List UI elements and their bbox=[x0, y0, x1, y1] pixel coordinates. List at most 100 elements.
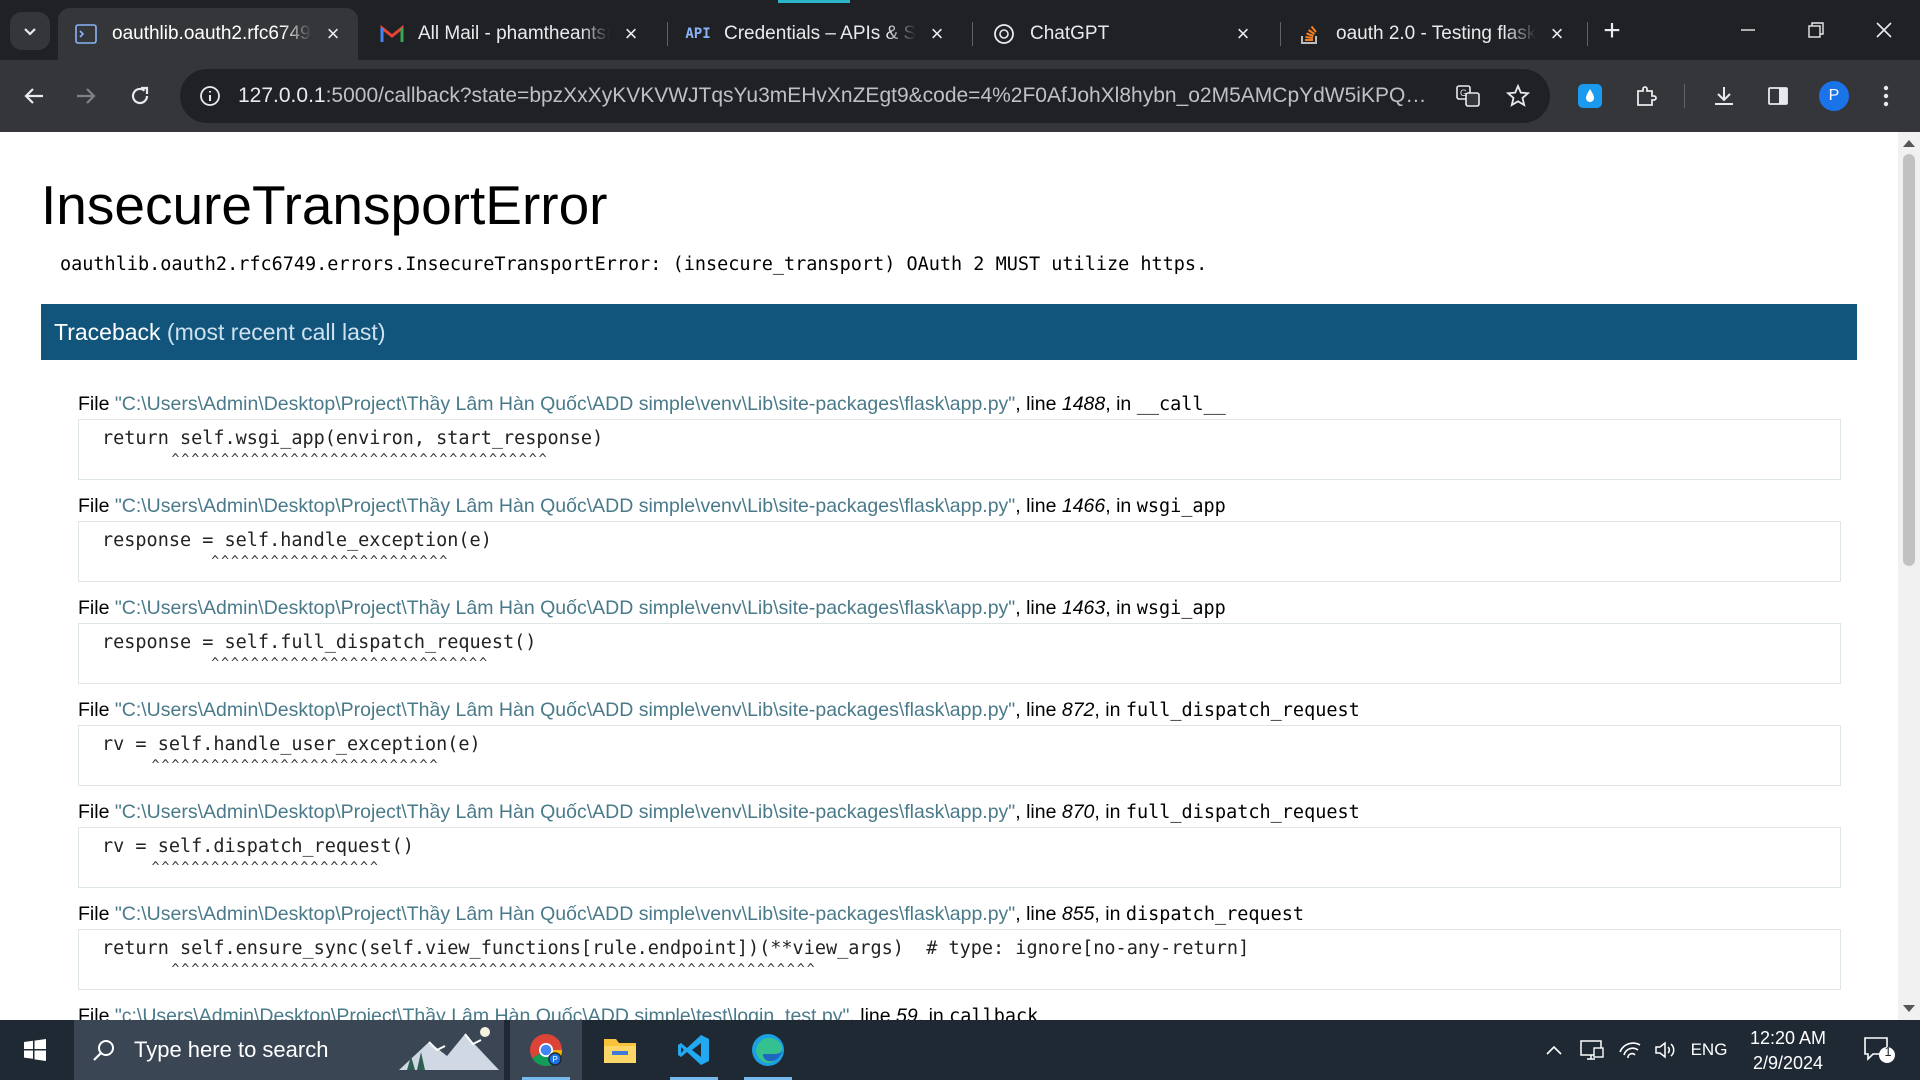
frame-filename[interactable]: "C:\Users\Admin\Desktop\Project\Thầy Lâm… bbox=[115, 903, 1015, 925]
search-highlight-image bbox=[389, 1020, 504, 1080]
tab-4[interactable]: ChatGPT × bbox=[976, 8, 1268, 60]
chatgpt-icon bbox=[992, 22, 1016, 46]
frame-filename[interactable]: "C:\Users\Admin\Desktop\Project\Thầy Lâm… bbox=[115, 495, 1015, 517]
reload-button[interactable] bbox=[118, 74, 162, 118]
clock[interactable]: 12:20 AM 2/9/2024 bbox=[1736, 1026, 1840, 1076]
frame-header: File "C:\Users\Admin\Desktop\Project\Thầ… bbox=[78, 495, 1226, 517]
tab-separator bbox=[1587, 22, 1588, 46]
taskbar-vscode[interactable] bbox=[658, 1020, 730, 1080]
taskbar-file-explorer[interactable] bbox=[584, 1020, 656, 1080]
line-label: line bbox=[1026, 597, 1057, 619]
chevron-up-icon bbox=[1546, 1045, 1562, 1055]
tab-separator bbox=[667, 22, 668, 46]
tab-5[interactable]: oauth 2.0 - Testing flask-oauthlib × bbox=[1282, 8, 1582, 60]
frame-source[interactable]: rv = self.handle_user_exception(e) ^^^^^… bbox=[78, 725, 1841, 786]
source-caret-marker: ^^^^^^^^^^^^^^^^^^^^^^^^ bbox=[102, 554, 450, 569]
translate-icon[interactable]: G bbox=[1450, 78, 1486, 114]
url-text[interactable]: 127.0.0.1:5000/callback?state=bpzXxXyKVK… bbox=[238, 84, 1436, 108]
in-label: in bbox=[1105, 699, 1121, 721]
back-button[interactable] bbox=[12, 74, 56, 118]
traceback-frame: File "C:\Users\Admin\Desktop\Project\Thầ… bbox=[78, 900, 1841, 990]
frame-source[interactable]: rv = self.dispatch_request() ^^^^^^^^^^^… bbox=[78, 827, 1841, 888]
scrollbar-thumb[interactable] bbox=[1903, 154, 1915, 566]
taskbar-edge[interactable] bbox=[732, 1020, 804, 1080]
tab-2[interactable]: All Mail - phamtheants@gmail.com × bbox=[364, 8, 656, 60]
frame-source[interactable]: response = self.handle_exception(e) ^^^^… bbox=[78, 521, 1841, 582]
language-indicator[interactable]: ENG bbox=[1684, 1020, 1734, 1080]
network-button[interactable] bbox=[1612, 1020, 1648, 1080]
vertical-scrollbar[interactable] bbox=[1898, 132, 1920, 1020]
notification-center-button[interactable]: 1 bbox=[1852, 1020, 1908, 1080]
restore-icon bbox=[1808, 22, 1824, 38]
frame-header: File "C:\Users\Admin\Desktop\Project\Thầ… bbox=[78, 393, 1226, 415]
close-icon[interactable]: × bbox=[926, 23, 948, 45]
site-info-icon[interactable] bbox=[196, 82, 224, 110]
new-tab-button[interactable]: + bbox=[1594, 14, 1630, 50]
frame-filename[interactable]: "C:\Users\Admin\Desktop\Project\Thầy Lâm… bbox=[115, 699, 1015, 721]
frame-filename[interactable]: "c:\Users\Admin\Desktop\Project\Thầy Lâm… bbox=[115, 1005, 850, 1020]
extensions-menu-button[interactable] bbox=[1624, 74, 1668, 118]
start-button[interactable] bbox=[0, 1020, 70, 1080]
close-icon[interactable]: × bbox=[322, 23, 344, 45]
bookmark-star-icon[interactable] bbox=[1500, 78, 1536, 114]
menu-button[interactable] bbox=[1864, 74, 1908, 118]
source-line: return self.wsgi_app(environ, start_resp… bbox=[102, 428, 604, 449]
frame-line-number: 855 bbox=[1061, 903, 1095, 925]
show-hidden-icons-button[interactable] bbox=[1538, 1020, 1570, 1080]
file-label: File bbox=[78, 597, 110, 619]
tab-3[interactable]: API Credentials – APIs & Services × bbox=[670, 8, 962, 60]
tray-security-button[interactable] bbox=[1574, 1020, 1610, 1080]
frame-function: wsgi_app bbox=[1136, 598, 1226, 619]
frame-source[interactable]: response = self.full_dispatch_request() … bbox=[78, 623, 1841, 684]
gmail-icon bbox=[380, 22, 404, 46]
restore-button[interactable] bbox=[1792, 6, 1840, 54]
source-line: response = self.handle_exception(e) bbox=[102, 530, 492, 551]
downloads-button[interactable] bbox=[1702, 74, 1746, 118]
notification-count: 1 bbox=[1884, 1044, 1892, 1059]
traceback-sublabel[interactable]: (most recent call last) bbox=[167, 319, 386, 345]
scroll-up-icon[interactable] bbox=[1903, 140, 1915, 147]
profile-button[interactable]: P bbox=[1812, 74, 1856, 118]
frame-function: dispatch_request bbox=[1125, 904, 1305, 925]
traceback-frame: File "c:\Users\Admin\Desktop\Project\Thầ… bbox=[78, 1002, 1841, 1020]
taskbar-search-box[interactable]: Type here to search bbox=[74, 1020, 504, 1080]
close-icon[interactable]: × bbox=[1546, 23, 1568, 45]
frame-filename[interactable]: "C:\Users\Admin\Desktop\Project\Thầy Lâm… bbox=[115, 393, 1015, 415]
frame-header: File "C:\Users\Admin\Desktop\Project\Thầ… bbox=[78, 801, 1360, 823]
minimize-button[interactable] bbox=[1724, 6, 1772, 54]
frame-line-number: 1463 bbox=[1061, 597, 1106, 619]
frame-filename[interactable]: "C:\Users\Admin\Desktop\Project\Thầy Lâm… bbox=[115, 597, 1015, 619]
search-placeholder: Type here to search bbox=[134, 1037, 329, 1062]
frame-source[interactable]: return self.wsgi_app(environ, start_resp… bbox=[78, 419, 1841, 480]
svg-text:G: G bbox=[1460, 88, 1467, 98]
page-title: InsecureTransportError bbox=[41, 174, 608, 236]
tab-search-button[interactable] bbox=[10, 12, 50, 50]
line-label: line bbox=[1026, 495, 1057, 517]
tab-1[interactable]: oauthlib.oauth2.rfc6749.errors.InsecureT… bbox=[58, 8, 358, 60]
frame-source[interactable]: return self.ensure_sync(self.view_functi… bbox=[78, 929, 1841, 990]
scroll-down-icon[interactable] bbox=[1903, 1005, 1915, 1012]
side-panel-button[interactable] bbox=[1756, 74, 1800, 118]
side-panel-icon bbox=[1768, 87, 1788, 105]
frame-filename[interactable]: "C:\Users\Admin\Desktop\Project\Thầy Lâm… bbox=[115, 801, 1015, 823]
close-window-button[interactable] bbox=[1860, 6, 1908, 54]
in-label: in bbox=[1105, 903, 1121, 925]
frame-line-number: 870 bbox=[1061, 801, 1095, 823]
extension-button[interactable] bbox=[1568, 74, 1612, 118]
close-icon[interactable]: × bbox=[620, 23, 642, 45]
in-label: in bbox=[1105, 801, 1121, 823]
taskbar-chrome[interactable]: P bbox=[510, 1020, 582, 1080]
traceback-frame: File "C:\Users\Admin\Desktop\Project\Thầ… bbox=[78, 594, 1841, 684]
volume-button[interactable] bbox=[1648, 1020, 1684, 1080]
close-icon[interactable]: × bbox=[1232, 23, 1254, 45]
puzzle-icon bbox=[1637, 86, 1657, 106]
forward-button[interactable] bbox=[64, 74, 108, 118]
frame-header: File "C:\Users\Admin\Desktop\Project\Thầ… bbox=[78, 699, 1360, 721]
windows-taskbar: Type here to search P ENG 12:20 AM 2/9/2… bbox=[0, 1020, 1920, 1080]
vscode-icon bbox=[678, 1035, 709, 1065]
frame-function: __call__ bbox=[1136, 394, 1226, 415]
address-bar[interactable]: 127.0.0.1:5000/callback?state=bpzXxXyKVK… bbox=[180, 69, 1550, 123]
source-line: response = self.full_dispatch_request() bbox=[102, 632, 537, 653]
file-label: File bbox=[78, 393, 110, 415]
tab-title: oauth 2.0 - Testing flask-oauthlib bbox=[1336, 23, 1536, 44]
